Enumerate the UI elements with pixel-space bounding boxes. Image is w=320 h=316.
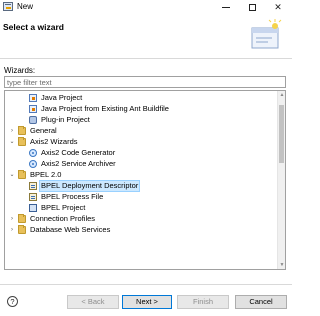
tree-item[interactable]: Java Project bbox=[5, 93, 276, 103]
minimize-icon bbox=[222, 6, 230, 8]
tree-item-label: Axis2 Wizards bbox=[30, 137, 78, 146]
chevron-right-icon[interactable]: › bbox=[8, 126, 16, 136]
tree-item[interactable]: BPEL Project bbox=[5, 203, 276, 213]
tree-vertical-scrollbar[interactable]: ▲ ▼ bbox=[277, 91, 285, 269]
scrollbar-thumb[interactable] bbox=[279, 105, 284, 163]
tree-item-label: Java Project bbox=[41, 93, 83, 102]
chevron-down-icon[interactable]: ⌄ bbox=[8, 170, 16, 180]
footer-separator bbox=[0, 284, 292, 285]
wizards-label: Wizards: bbox=[4, 66, 36, 75]
tree-item[interactable]: › Database Web Services bbox=[5, 225, 276, 235]
wizard-tree[interactable]: Java Project Java Project from Existing A… bbox=[4, 90, 286, 270]
tree-item-label: Plug-in Project bbox=[41, 115, 90, 124]
chevron-right-icon[interactable]: › bbox=[8, 214, 16, 224]
folder-icon bbox=[18, 137, 26, 146]
help-button[interactable]: ? bbox=[7, 296, 18, 307]
tree-item[interactable]: BPEL Process File bbox=[5, 192, 276, 202]
tree-item-label: BPEL Deployment Descriptor bbox=[38, 180, 141, 192]
tree-item[interactable]: Java Project from Existing Ant Buildfile bbox=[5, 104, 276, 114]
folder-icon bbox=[18, 214, 26, 223]
tree-item-label: Axis2 Code Generator bbox=[41, 148, 116, 157]
tree-item-label: Database Web Services bbox=[30, 225, 111, 234]
tree-item-label: Connection Profiles bbox=[30, 214, 96, 223]
minimize-button[interactable] bbox=[213, 0, 239, 14]
bpel-file-icon bbox=[29, 182, 37, 190]
folder-icon bbox=[18, 126, 26, 135]
folder-icon bbox=[18, 225, 26, 234]
next-button[interactable]: Next > bbox=[122, 295, 172, 309]
maximize-icon bbox=[248, 3, 256, 11]
tree-item-label: Java Project from Existing Ant Buildfile bbox=[41, 104, 169, 113]
java-project-icon bbox=[29, 94, 37, 102]
scroll-up-icon[interactable]: ▲ bbox=[279, 92, 285, 98]
bpel-project-icon bbox=[29, 204, 37, 212]
tree-item-label: Axis2 Service Archiver bbox=[41, 159, 116, 168]
filter-input[interactable] bbox=[4, 76, 286, 88]
app-window-icon bbox=[3, 2, 13, 11]
close-icon: ✕ bbox=[274, 1, 282, 12]
tree-item[interactable]: › General bbox=[5, 126, 276, 136]
wizard-header: Select a wizard bbox=[0, 14, 292, 58]
folder-icon bbox=[18, 170, 26, 179]
close-button[interactable]: ✕ bbox=[265, 0, 291, 14]
tree-item[interactable]: ⌄ BPEL 2.0 bbox=[5, 170, 276, 180]
window-title: New bbox=[17, 2, 34, 11]
cancel-button[interactable]: Cancel bbox=[235, 295, 287, 309]
page-title: Select a wizard bbox=[3, 22, 64, 32]
tree-item-label: General bbox=[30, 126, 57, 135]
title-bar: New ✕ bbox=[0, 0, 292, 14]
tree-item-label: BPEL Project bbox=[41, 203, 86, 212]
chevron-down-icon[interactable]: ⌄ bbox=[8, 137, 16, 147]
tree-item[interactable]: › Connection Profiles bbox=[5, 214, 276, 224]
chevron-right-icon[interactable]: › bbox=[8, 225, 16, 235]
tree-item[interactable]: ⌄ Axis2 Wizards bbox=[5, 137, 276, 147]
finish-button[interactable]: Finish bbox=[177, 295, 229, 309]
tree-item[interactable]: Axis2 Service Archiver bbox=[5, 159, 276, 169]
tree-item[interactable]: Plug-in Project bbox=[5, 115, 276, 125]
axis2-icon bbox=[29, 149, 37, 157]
java-project-icon bbox=[29, 105, 37, 113]
maximize-button[interactable] bbox=[239, 0, 265, 14]
tree-item-label: BPEL Process File bbox=[41, 192, 104, 201]
plugin-project-icon bbox=[29, 116, 37, 124]
axis2-icon bbox=[29, 160, 37, 168]
wizard-banner-icon bbox=[251, 19, 282, 49]
bpel-file-icon bbox=[29, 193, 37, 201]
back-button[interactable]: < Back bbox=[67, 295, 119, 309]
tree-item-label: BPEL 2.0 bbox=[30, 170, 62, 179]
header-separator bbox=[0, 58, 292, 59]
scroll-down-icon[interactable]: ▼ bbox=[279, 262, 285, 268]
tree-item[interactable]: Axis2 Code Generator bbox=[5, 148, 276, 158]
tree-item[interactable]: BPEL Deployment Descriptor bbox=[5, 180, 276, 192]
